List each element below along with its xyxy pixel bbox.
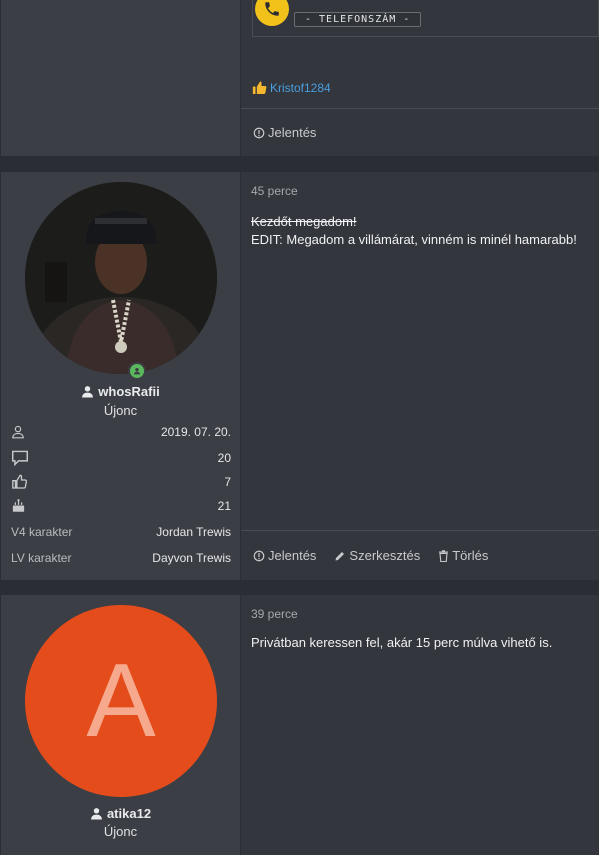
user-icon bbox=[90, 807, 103, 820]
field-value: Dayvon Trewis bbox=[152, 551, 231, 565]
post-main: 39 perce Privátban keressen fel, akár 15… bbox=[241, 595, 599, 855]
report-button[interactable]: Jelentés bbox=[253, 125, 316, 140]
thumbs-up-icon bbox=[11, 474, 28, 490]
username[interactable]: whosRafii bbox=[1, 384, 240, 399]
user-icon bbox=[81, 385, 94, 398]
field-lv-character: LV karakter Dayvon Trewis bbox=[11, 551, 231, 565]
like-summary: Kristof1284 bbox=[251, 80, 331, 96]
edit-button[interactable]: Szerkesztés bbox=[334, 548, 420, 563]
user-avatar[interactable]: A bbox=[25, 605, 217, 797]
pencil-icon bbox=[334, 550, 346, 562]
report-label: Jelentés bbox=[268, 548, 317, 563]
user-avatar[interactable] bbox=[25, 182, 217, 374]
avatar-photo bbox=[25, 182, 217, 374]
post-previous: - TELEFONSZÁM - Kristof1284 Jelentés bbox=[1, 0, 599, 156]
avatar-letter: A bbox=[86, 643, 156, 759]
field-label: LV karakter bbox=[11, 551, 72, 565]
edit-label: Szerkesztés bbox=[349, 548, 421, 563]
stat-joined-value: 2019. 07. 20. bbox=[160, 425, 231, 439]
delete-button[interactable]: Törlés bbox=[438, 548, 488, 563]
liker-link[interactable]: Kristof1284 bbox=[270, 81, 331, 95]
field-v4-character: V4 karakter Jordan Trewis bbox=[11, 525, 231, 539]
post-actions: Jelentés Szerkesztés Törlés bbox=[253, 548, 488, 563]
post-main: 45 perce Kezdőt megadom! EDIT: Megadom a… bbox=[241, 172, 599, 580]
post-sidebar: A atika12 Újonc bbox=[1, 595, 241, 855]
post-content: Privátban keressen fel, akár 15 perc múl… bbox=[251, 635, 553, 650]
post-content: Kezdőt megadom! EDIT: Megadom a villámár… bbox=[251, 213, 599, 249]
user-outline-icon bbox=[11, 425, 25, 439]
trash-icon bbox=[438, 549, 449, 562]
info-circle-icon bbox=[253, 127, 265, 139]
post-whosrafii: whosRafii Újonc 2019. 07. 20. 20 7 21 V4… bbox=[1, 172, 599, 580]
post-sidebar: whosRafii Újonc 2019. 07. 20. 20 7 21 V4… bbox=[1, 172, 241, 580]
post-sidebar bbox=[1, 0, 241, 156]
report-label: Jelentés bbox=[268, 125, 317, 140]
stat-age-value: 21 bbox=[217, 498, 231, 513]
stat-reactions-value: 7 bbox=[224, 475, 231, 489]
stat-age: 21 bbox=[11, 498, 231, 513]
cake-icon bbox=[11, 498, 26, 513]
phone-badge: - TELEFONSZÁM - bbox=[294, 12, 422, 27]
post-footer-divider bbox=[241, 108, 599, 109]
username[interactable]: atika12 bbox=[1, 806, 240, 821]
post-actions: Jelentés bbox=[253, 125, 316, 140]
username-label: atika12 bbox=[106, 806, 152, 821]
report-button[interactable]: Jelentés bbox=[253, 548, 316, 563]
struck-text: Kezdőt megadom! bbox=[251, 214, 357, 229]
stat-joined: 2019. 07. 20. bbox=[11, 425, 231, 439]
field-value: Jordan Trewis bbox=[156, 525, 231, 539]
signature-box: - TELEFONSZÁM - bbox=[252, 0, 599, 37]
stat-reactions: 7 bbox=[11, 474, 231, 490]
edit-text: EDIT: Megadom a villámárat, vinném is mi… bbox=[251, 232, 577, 247]
post-main: - TELEFONSZÁM - Kristof1284 Jelentés bbox=[241, 0, 599, 156]
stat-messages: 20 bbox=[11, 450, 231, 466]
post-atika12: A atika12 Újonc 39 perce Privátban keres… bbox=[1, 595, 599, 855]
message-icon bbox=[11, 450, 29, 466]
user-role: Újonc bbox=[103, 824, 138, 839]
info-circle-icon bbox=[253, 550, 265, 562]
post-footer-divider bbox=[241, 530, 599, 531]
delete-label: Törlés bbox=[452, 548, 489, 563]
online-status-icon bbox=[128, 362, 146, 380]
field-label: V4 karakter bbox=[11, 525, 73, 539]
stat-messages-value: 20 bbox=[217, 451, 231, 465]
username-label: whosRafii bbox=[98, 384, 160, 399]
whatsapp-icon bbox=[255, 0, 289, 26]
post-timestamp[interactable]: 39 perce bbox=[251, 607, 298, 621]
thumbs-up-emoji-icon bbox=[251, 80, 268, 96]
post-timestamp[interactable]: 45 perce bbox=[251, 184, 298, 198]
user-role: Újonc bbox=[103, 403, 138, 418]
